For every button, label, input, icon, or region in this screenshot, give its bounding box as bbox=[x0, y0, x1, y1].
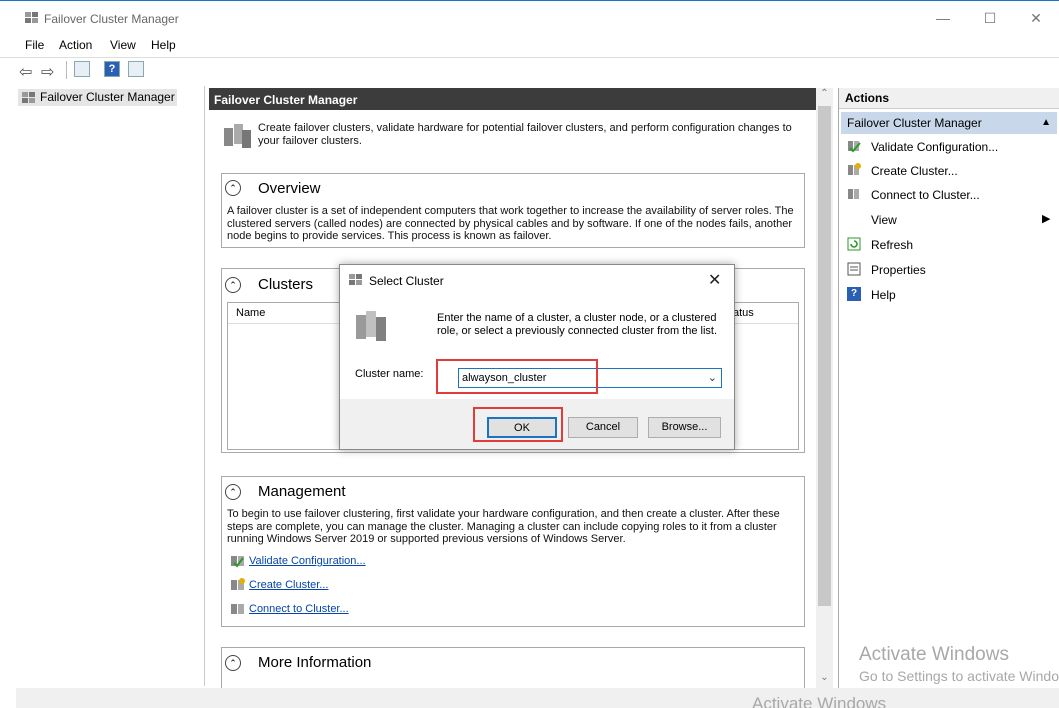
menu-view[interactable]: View bbox=[110, 38, 136, 52]
clusters-title: Clusters bbox=[258, 276, 314, 293]
dialog-close-icon[interactable]: ✕ bbox=[708, 270, 721, 290]
collapse-triangle-icon[interactable]: ▲ bbox=[1041, 112, 1051, 134]
overview-section: ⌃ Overview A failover cluster is a set o… bbox=[221, 173, 805, 248]
tree-node-label: Failover Cluster Manager bbox=[40, 90, 175, 104]
help-icon: ? bbox=[847, 287, 861, 301]
menu-help[interactable]: Help bbox=[151, 38, 176, 52]
cluster-name-highlight bbox=[436, 359, 598, 394]
browse-button[interactable]: Browse... bbox=[648, 417, 721, 438]
ok-button-highlight bbox=[473, 407, 563, 442]
close-button[interactable]: ✕ bbox=[1021, 7, 1051, 29]
cluster-icon bbox=[25, 12, 38, 23]
help-icon[interactable]: ? bbox=[104, 61, 120, 77]
overview-title: Overview bbox=[258, 180, 321, 197]
vertical-scrollbar[interactable]: ⌃ ⌄ bbox=[816, 88, 833, 688]
action-connect-to-cluster[interactable]: Connect to Cluster... bbox=[871, 188, 980, 202]
cluster-name-label: Cluster name: bbox=[355, 368, 424, 380]
management-title: Management bbox=[258, 483, 346, 500]
action-properties[interactable]: Properties bbox=[871, 263, 926, 277]
navigation-tree: Failover Cluster Manager bbox=[16, 86, 205, 686]
show-hide-action-pane-button[interactable] bbox=[128, 61, 144, 77]
dialog-title-bar: Select Cluster ✕ bbox=[340, 265, 734, 295]
window-title: Failover Cluster Manager bbox=[44, 12, 179, 26]
column-name[interactable]: Name bbox=[236, 307, 265, 319]
action-view[interactable]: View bbox=[871, 213, 897, 227]
actions-group-header[interactable]: Failover Cluster Manager ▲ bbox=[841, 112, 1057, 134]
action-validate-configuration[interactable]: Validate Configuration... bbox=[871, 140, 998, 154]
cluster-icon bbox=[349, 274, 362, 285]
intro-text: Create failover clusters, validate hardw… bbox=[258, 122, 792, 147]
dialog-title: Select Cluster bbox=[369, 274, 444, 288]
chevron-down-icon[interactable]: ⌄ bbox=[708, 371, 717, 384]
column-status[interactable]: atus bbox=[733, 307, 754, 319]
validate-icon bbox=[848, 141, 861, 153]
minimize-button[interactable]: — bbox=[928, 7, 958, 29]
menu-file[interactable]: File bbox=[25, 38, 44, 52]
validate-configuration-link[interactable]: Validate Configuration... bbox=[249, 555, 366, 567]
actions-pane: Actions Failover Cluster Manager ▲ Valid… bbox=[838, 88, 1059, 688]
center-pane-header: Failover Cluster Manager bbox=[209, 88, 816, 110]
collapse-icon[interactable]: ⌃ bbox=[225, 180, 241, 196]
more-information-section: ⌃ More Information bbox=[221, 647, 805, 688]
create-cluster-link[interactable]: Create Cluster... bbox=[249, 579, 328, 591]
submenu-arrow-icon: ▶ bbox=[1042, 213, 1051, 225]
connect-cluster-icon bbox=[231, 604, 244, 614]
connect-to-cluster-link[interactable]: Connect to Cluster... bbox=[249, 603, 349, 615]
menu-bar: File Action View Help bbox=[0, 34, 1059, 56]
activate-windows-watermark: Activate Windows bbox=[859, 644, 1009, 665]
actions-group-label: Failover Cluster Manager bbox=[847, 116, 982, 130]
forward-arrow-icon[interactable]: ⇨ bbox=[41, 62, 54, 82]
action-create-cluster[interactable]: Create Cluster... bbox=[871, 164, 958, 178]
dialog-instruction: Enter the name of a cluster, a cluster n… bbox=[437, 312, 718, 337]
actions-header: Actions bbox=[839, 88, 1059, 109]
management-section: ⌃ Management To begin to use failover cl… bbox=[221, 476, 805, 627]
validate-icon bbox=[231, 556, 244, 568]
server-icon bbox=[356, 311, 386, 341]
properties-icon bbox=[847, 262, 861, 276]
maximize-button[interactable]: ☐ bbox=[975, 7, 1005, 29]
scrollbar-thumb[interactable] bbox=[818, 106, 831, 606]
collapse-icon[interactable]: ⌃ bbox=[225, 655, 241, 671]
back-arrow-icon[interactable]: ⇦ bbox=[19, 62, 32, 82]
toolbar-divider bbox=[66, 61, 67, 79]
collapse-icon[interactable]: ⌃ bbox=[225, 277, 241, 293]
overview-text: A failover cluster is a set of independe… bbox=[227, 205, 794, 242]
create-cluster-icon bbox=[231, 578, 245, 590]
title-bar: Failover Cluster Manager — ☐ ✕ bbox=[0, 0, 1059, 35]
cluster-icon bbox=[224, 124, 251, 148]
status-bar: Activate Windows bbox=[16, 688, 1059, 708]
menu-action[interactable]: Action bbox=[59, 38, 92, 52]
create-cluster-icon bbox=[848, 163, 861, 175]
more-information-title: More Information bbox=[258, 654, 372, 671]
activate-windows-subtext: Go to Settings to activate Windows. bbox=[859, 668, 1059, 684]
cancel-button[interactable]: Cancel bbox=[568, 417, 638, 438]
scroll-down-icon[interactable]: ⌄ bbox=[816, 672, 833, 688]
cluster-icon bbox=[22, 92, 35, 103]
action-help[interactable]: Help bbox=[871, 288, 896, 302]
toolbar: ⇦ ⇨ ? bbox=[0, 57, 1059, 82]
refresh-icon bbox=[847, 237, 861, 251]
connect-cluster-icon bbox=[848, 189, 859, 199]
action-refresh[interactable]: Refresh bbox=[871, 238, 913, 252]
scroll-up-icon[interactable]: ⌃ bbox=[816, 88, 833, 104]
management-text: To begin to use failover clustering, fir… bbox=[227, 508, 780, 545]
show-hide-tree-button[interactable] bbox=[74, 61, 90, 77]
activate-windows-watermark-2: Activate Windows bbox=[752, 694, 887, 708]
collapse-icon[interactable]: ⌃ bbox=[225, 484, 241, 500]
tree-node-failover-cluster-manager[interactable]: Failover Cluster Manager bbox=[18, 89, 177, 106]
